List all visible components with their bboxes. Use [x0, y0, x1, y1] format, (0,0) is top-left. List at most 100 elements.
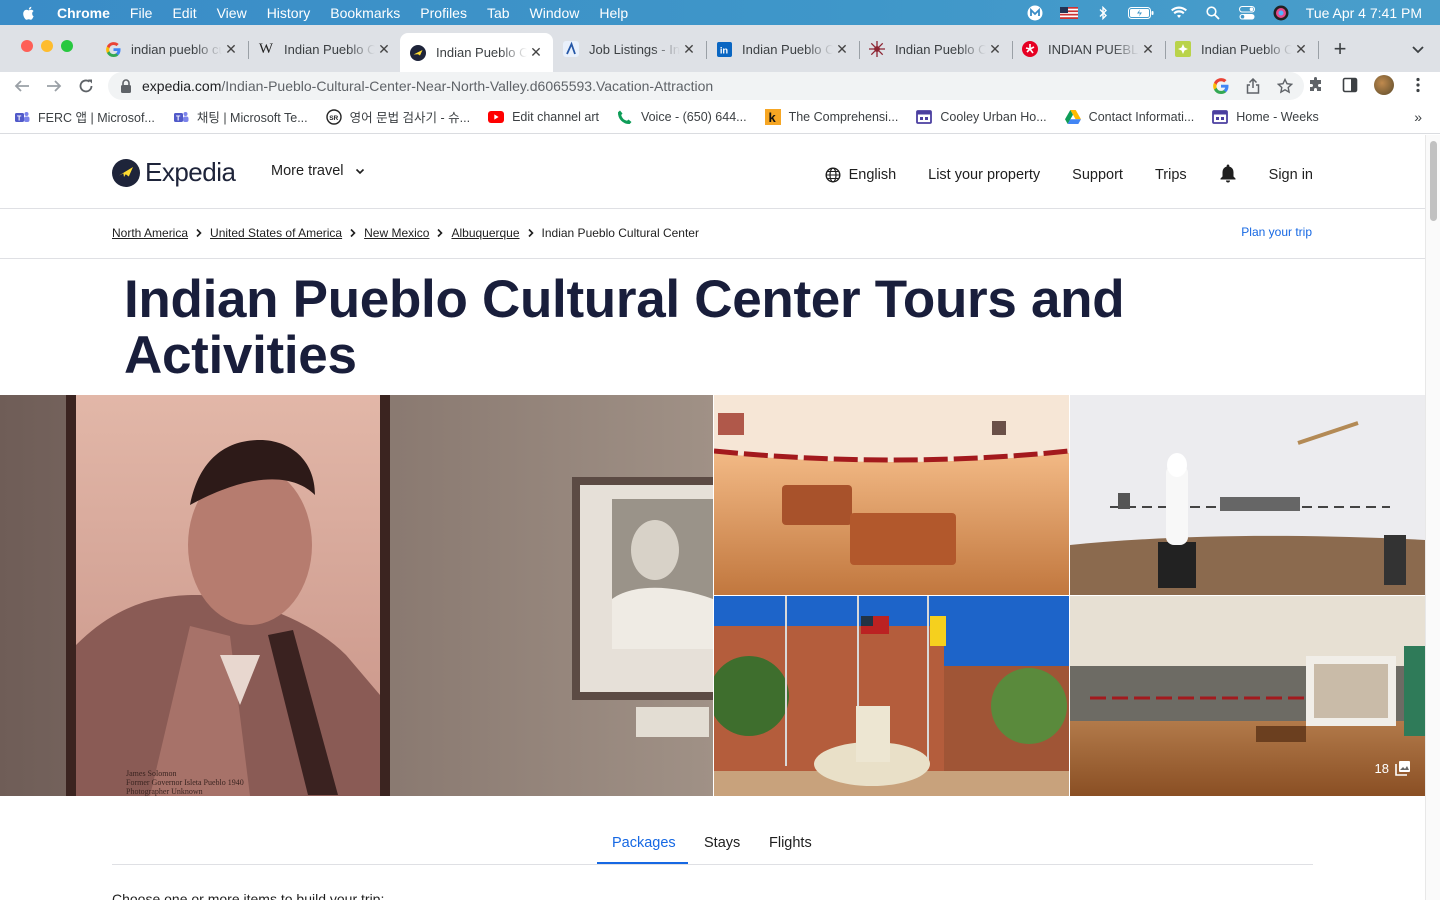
- active-tab-indicator: [597, 862, 688, 864]
- list-property-link[interactable]: List your property: [928, 167, 1040, 183]
- chrome-menu-icon[interactable]: [1408, 75, 1428, 95]
- photo-count-badge[interactable]: 18: [1375, 760, 1411, 776]
- lock-icon[interactable]: [120, 79, 132, 93]
- expedia-logo[interactable]: Expedia: [112, 157, 236, 188]
- extensions-puzzle-icon[interactable]: [1306, 75, 1326, 95]
- more-travel-menu[interactable]: More travel: [271, 163, 366, 179]
- tab-stays[interactable]: Stays: [704, 835, 740, 851]
- browser-tab[interactable]: Indian Pueblo Cultural ✕: [859, 33, 1012, 65]
- profile-avatar[interactable]: [1374, 75, 1394, 95]
- menu-history[interactable]: History: [267, 5, 311, 21]
- menu-tab[interactable]: Tab: [487, 5, 510, 21]
- k-logo-icon: k: [764, 108, 781, 125]
- bookmark-item[interactable]: T FERC 앱 | Microsof...: [14, 107, 155, 126]
- close-window-button[interactable]: [21, 40, 33, 52]
- close-tab-icon[interactable]: ✕: [1139, 41, 1157, 58]
- gallery-photo-4[interactable]: [714, 596, 1069, 796]
- menu-profiles[interactable]: Profiles: [420, 5, 467, 21]
- menu-app-name[interactable]: Chrome: [57, 5, 110, 21]
- zoom-window-button[interactable]: [61, 40, 73, 52]
- bookmark-item[interactable]: SR 영어 문법 검사기 - 슈...: [325, 107, 470, 126]
- browser-tab[interactable]: in Indian Pueblo Cultural ✕: [706, 33, 859, 65]
- battery-icon[interactable]: [1127, 6, 1154, 20]
- globe-icon: [825, 167, 841, 183]
- bookmark-label: Voice - (650) 644...: [640, 109, 747, 124]
- close-tab-icon[interactable]: ✕: [527, 44, 545, 61]
- bookmark-star-icon[interactable]: [1276, 77, 1294, 95]
- close-tab-icon[interactable]: ✕: [833, 41, 851, 58]
- url-text[interactable]: expedia.com/Indian-Pueblo-Cultural-Cente…: [142, 78, 713, 94]
- browser-tab[interactable]: Indian Pueblo Cultural ✕: [1165, 33, 1318, 65]
- browser-tab[interactable]: INDIAN PUEBLO CULTURAL ✕: [1012, 33, 1165, 65]
- breadcrumb-usa[interactable]: United States of America: [210, 226, 342, 240]
- breadcrumb-new-mexico[interactable]: New Mexico: [364, 226, 429, 240]
- teams-icon: T: [14, 109, 30, 125]
- browser-tab-active[interactable]: Indian Pueblo Cultural ✕: [400, 33, 553, 72]
- menu-window[interactable]: Window: [530, 5, 580, 21]
- plan-your-trip-link[interactable]: Plan your trip: [1241, 225, 1312, 239]
- bluetooth-icon[interactable]: [1094, 5, 1112, 20]
- malwarebytes-icon[interactable]: [1026, 5, 1044, 20]
- share-icon[interactable]: [1244, 77, 1262, 95]
- bookmark-item[interactable]: Voice - (650) 644...: [617, 109, 747, 125]
- close-tab-icon[interactable]: ✕: [375, 41, 393, 58]
- reload-icon[interactable]: [76, 76, 96, 96]
- sun-emblem-favicon-icon: [869, 41, 885, 57]
- back-arrow-icon[interactable]: [12, 76, 32, 96]
- language-selector[interactable]: English: [825, 167, 896, 183]
- close-tab-icon[interactable]: ✕: [986, 41, 1004, 58]
- breadcrumb-north-america[interactable]: North America: [112, 226, 188, 240]
- gallery-photo-5[interactable]: 18: [1070, 596, 1425, 796]
- address-bar[interactable]: expedia.com/Indian-Pueblo-Cultural-Cente…: [108, 72, 1304, 100]
- gallery-photo-2[interactable]: [714, 395, 1069, 595]
- close-tab-icon[interactable]: ✕: [222, 41, 240, 58]
- menu-bookmarks[interactable]: Bookmarks: [330, 5, 400, 21]
- page-scrollbar[interactable]: [1425, 135, 1440, 900]
- sign-in-link[interactable]: Sign in: [1269, 167, 1313, 183]
- menu-edit[interactable]: Edit: [172, 5, 196, 21]
- menu-help[interactable]: Help: [599, 5, 628, 21]
- bookmark-item[interactable]: Cooley Urban Ho...: [916, 109, 1047, 125]
- menu-view[interactable]: View: [217, 5, 247, 21]
- google-lens-icon[interactable]: [1212, 77, 1230, 95]
- menu-file[interactable]: File: [130, 5, 153, 21]
- gallery-photo-main[interactable]: James Solomon Former Governor Isleta Pue…: [0, 395, 713, 796]
- browser-tab[interactable]: W Indian Pueblo Cultural ✕: [248, 33, 401, 65]
- menu-clock[interactable]: Tue Apr 4 7:41 PM: [1306, 5, 1422, 21]
- close-tab-icon[interactable]: ✕: [1292, 41, 1310, 58]
- bookmark-label: The Comprehensi...: [788, 109, 899, 124]
- control-center-icon[interactable]: [1238, 5, 1256, 20]
- tab-search-chevron-icon[interactable]: [1410, 41, 1426, 57]
- tab-packages[interactable]: Packages: [612, 835, 676, 851]
- spotlight-search-icon[interactable]: [1204, 5, 1222, 20]
- support-link[interactable]: Support: [1072, 167, 1123, 183]
- tab-flights[interactable]: Flights: [769, 835, 812, 851]
- bookmark-label: FERC 앱 | Microsof...: [38, 111, 155, 125]
- bookmark-item[interactable]: Home - Weeks: [1212, 109, 1319, 125]
- apple-icon[interactable]: [21, 5, 37, 21]
- bookmark-item[interactable]: Edit channel art: [488, 109, 599, 125]
- svg-text:T: T: [17, 115, 22, 122]
- close-tab-icon[interactable]: ✕: [680, 41, 698, 58]
- browser-tab[interactable]: indian pueblo cultural ✕: [95, 33, 248, 65]
- tab-title: Indian Pueblo Cultural: [436, 45, 527, 60]
- notifications-bell-icon[interactable]: [1219, 163, 1237, 187]
- expedia-plane-icon: [112, 158, 140, 187]
- trips-link[interactable]: Trips: [1155, 167, 1187, 183]
- siri-icon[interactable]: [1272, 5, 1290, 20]
- bookmark-item[interactable]: T 채팅 | Microsoft Te...: [173, 107, 308, 126]
- forward-arrow-icon[interactable]: [44, 76, 64, 96]
- us-flag-icon[interactable]: [1059, 6, 1078, 20]
- minimize-window-button[interactable]: [41, 40, 53, 52]
- bookmark-item[interactable]: k The Comprehensi...: [764, 108, 899, 125]
- bookmarks-overflow-icon[interactable]: »: [1414, 109, 1422, 125]
- side-panel-icon[interactable]: [1340, 75, 1360, 95]
- bookmark-item[interactable]: Contact Informati...: [1064, 109, 1194, 125]
- photo-gallery: James Solomon Former Governor Isleta Pue…: [0, 395, 1425, 796]
- new-tab-button[interactable]: +: [1330, 38, 1350, 60]
- breadcrumb-albuquerque[interactable]: Albuquerque: [451, 226, 519, 240]
- gallery-photo-3[interactable]: [1070, 395, 1425, 595]
- browser-tab[interactable]: Job Listings - Indeed ✕: [553, 33, 706, 65]
- wifi-icon[interactable]: [1170, 6, 1188, 20]
- scrollbar-thumb[interactable]: [1430, 141, 1437, 221]
